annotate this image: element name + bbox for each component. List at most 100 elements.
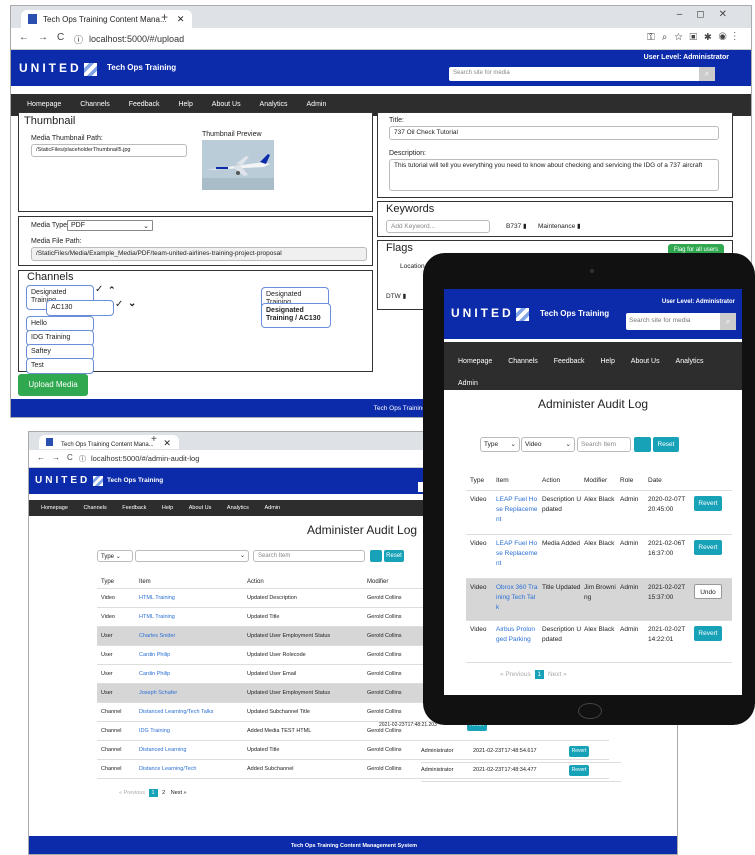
row-item[interactable]: Joseph Schafer [139,690,177,696]
menu-help[interactable]: Help [162,505,173,511]
menu-homepage[interactable]: Homepage [41,505,68,511]
row-item[interactable]: Obrox 360 Training Tech Talk [496,583,538,613]
revert-button[interactable]: Revert [694,540,722,555]
url-field[interactable]: localhost:5000/#/upload [89,34,184,44]
item-select[interactable]: ⌄ [135,550,249,562]
search-item-input[interactable]: Search Item [577,437,631,452]
row-item[interactable]: HTML Training [139,614,175,620]
menu-help[interactable]: Help [600,351,614,373]
reset-button[interactable]: Reset [384,550,404,562]
media-type-value: PDF [71,222,85,229]
menu-homepage[interactable]: Homepage [458,351,492,373]
pager-previous[interactable]: « Previous [119,790,145,796]
menu-channels[interactable]: Channels [80,101,110,108]
table-row: Video Airbus Prolonged Parking Description… [466,621,732,663]
row-item[interactable]: Distanced Learning/Tech Talks [139,709,214,715]
trash-icon[interactable]: ▮ [577,223,581,230]
revert-button[interactable]: Revert [569,765,589,776]
window-controls[interactable]: –◻✕ [677,9,741,20]
type-select[interactable]: Type ⌄ [97,550,133,562]
chevron-up-icon[interactable]: ⌃ [108,285,116,296]
channel-ac130[interactable]: AC130 [46,300,114,317]
trash-icon[interactable]: ▮ [403,293,407,300]
menu-analytics[interactable]: Analytics [676,351,704,373]
menu-feedback[interactable]: Feedback [122,505,146,511]
upload-media-button[interactable]: Upload Media [18,374,88,396]
keyword-chip-b737[interactable]: B737 ▮ [506,222,527,230]
menu-homepage[interactable]: Homepage [27,101,61,108]
nav-buttons-icon[interactable]: ←→C [19,32,73,43]
thumbnail-path-input[interactable]: /StaticFiles/placeholderThumbnail5.jpg [31,144,187,157]
united-logo[interactable]: UNITED [19,61,82,75]
row-item[interactable]: Distance Learning/Tech [139,766,196,772]
menu-help[interactable]: Help [178,101,192,108]
media-select[interactable]: Video ⌄ [521,437,575,452]
search-item-input[interactable]: Search Item [253,550,365,562]
menu-channels[interactable]: Channels [83,505,106,511]
united-logo[interactable]: UNITED [35,475,90,486]
menu-about[interactable]: About Us [189,505,212,511]
row-item[interactable]: LEAP Fuel Hose Replacement [496,539,538,569]
channel-test[interactable]: Test [26,358,94,375]
keyword-chip-maintenance[interactable]: Maintenance ▮ [538,222,581,230]
menu-admin[interactable]: Admin [307,101,327,108]
row-item[interactable]: HTML Training [139,595,175,601]
revert-button[interactable]: Revert [569,746,589,757]
home-button-icon[interactable] [578,703,602,719]
new-tab-icon[interactable]: + [161,10,168,24]
menu-channels[interactable]: Channels [508,351,538,373]
row-item[interactable]: Cardin Philip [139,671,170,677]
menu-feedback[interactable]: Feedback [129,101,160,108]
search-button[interactable] [634,437,651,452]
row-item[interactable]: Charles Snider [139,633,175,639]
menu-admin[interactable]: Admin [458,373,478,395]
pager-page-1[interactable]: 1 [148,789,158,797]
new-tab-icon[interactable]: + [151,434,157,445]
pager-previous[interactable]: « Previous [500,671,531,678]
menu-analytics[interactable]: Analytics [260,101,288,108]
flag-chip-dtw[interactable]: DTW ▮ [386,292,406,300]
pager-next[interactable]: Next » [548,671,567,678]
search-icon[interactable]: ⌕ [720,313,736,330]
revert-button[interactable]: Revert [694,626,722,641]
media-type-select[interactable]: PDF ⌄ [67,220,153,231]
pager-page-1[interactable]: 1 [534,670,545,679]
title-input[interactable]: 737 Oil Check Tutorial [389,126,719,140]
nav-buttons-icon[interactable]: ←→C [37,453,80,462]
browser-tab[interactable]: Tech Ops Training Content Mana... ✕ [39,435,179,449]
undo-button[interactable]: Undo [694,584,722,599]
search-button[interactable] [370,550,382,562]
menu-about[interactable]: About Us [631,351,660,373]
row-item[interactable]: IDG Training [139,728,170,734]
search-input[interactable]: Search site for media [453,70,510,76]
menu-feedback[interactable]: Feedback [554,351,585,373]
row-item[interactable]: Cardin Philip [139,652,170,658]
search-input[interactable]: Search site for media [629,317,690,324]
row-item[interactable]: Distanced Learning [139,747,186,753]
united-logo[interactable]: UNITED [451,306,514,320]
row-item[interactable]: LEAP Fuel Hose Replacement [496,495,538,525]
extension-icons[interactable]: ⚿⌕☆▣✱◉⋮ [647,32,743,43]
description-input[interactable]: This tutorial will tell you everything y… [389,159,719,191]
row-action: Added Subchannel [247,766,294,772]
trash-icon[interactable]: ▮ [523,223,527,230]
menu-about[interactable]: About Us [212,101,241,108]
media-file-input[interactable]: /StaticFiles/Media/Example_Media/PDF/tea… [31,247,367,261]
pager-next[interactable]: Next » [171,790,187,796]
close-tab-icon[interactable]: ✕ [163,438,171,448]
row-item[interactable]: Airbus Prolonged Parking [496,625,538,645]
chevron-down-icon[interactable]: ⌄ [128,298,136,309]
keyword-input[interactable]: Add Keyword... [386,220,490,233]
revert-button[interactable]: Revert [694,496,722,511]
url-field[interactable]: localhost:5000/#/admin-audit-log [91,454,199,463]
menu-admin[interactable]: Admin [264,505,280,511]
menu-analytics[interactable]: Analytics [227,505,249,511]
close-tab-icon[interactable]: ✕ [177,14,185,24]
pager-page-2[interactable]: 2 [162,790,165,796]
keyword-maintenance: Maintenance [538,223,576,230]
search-icon[interactable]: ⌕ [699,67,715,81]
reset-button[interactable]: Reset [653,437,679,452]
check-icon: ✓ [115,299,124,310]
type-select[interactable]: Type ⌄ [480,437,520,452]
selected-channel-designated-ac130[interactable]: Designated Training / AC130 [261,303,331,328]
